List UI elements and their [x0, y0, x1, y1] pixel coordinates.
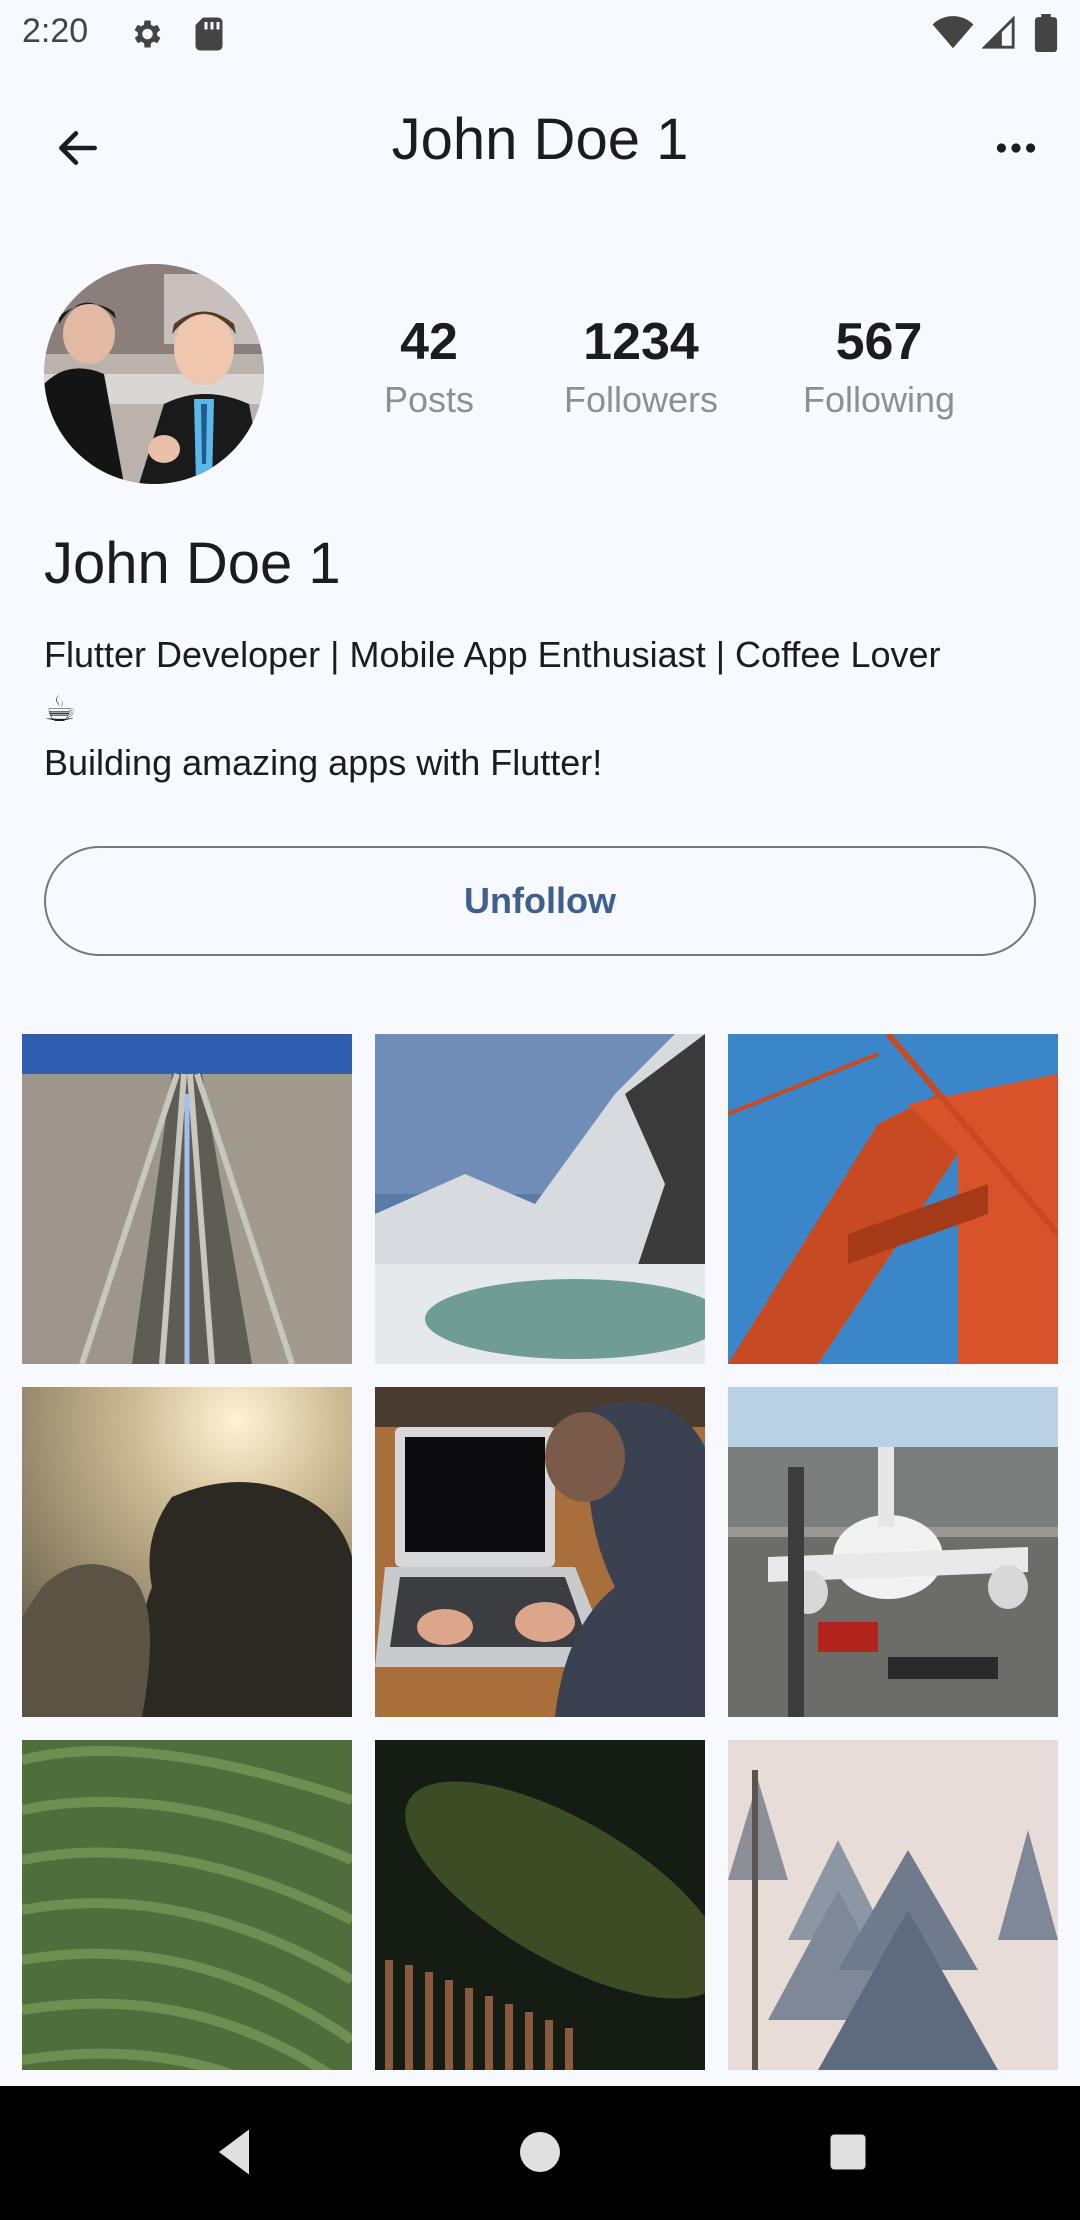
app-bar: John Doe 1 — [0, 80, 1080, 206]
nav-back-icon[interactable] — [204, 2122, 264, 2182]
photo-tile-snowy-trees[interactable] — [728, 1740, 1058, 2070]
bio-line-1: Flutter Developer | Mobile App Enthusias… — [44, 634, 941, 675]
profile-name: John Doe 1 — [44, 531, 341, 596]
nav-recents-icon[interactable] — [818, 2122, 878, 2182]
status-bar: 2:20 — [0, 0, 1080, 66]
more-options-button[interactable] — [978, 110, 1054, 186]
settings-gear-icon — [134, 20, 161, 48]
app-bar-title: John Doe 1 — [391, 107, 689, 172]
posts-count: 42 — [400, 313, 458, 371]
photo-tile-fog-tree[interactable] — [22, 1387, 352, 1717]
posts-label: Posts — [383, 379, 475, 420]
profile-screen: 2:20 John Doe 1 42 Posts 1234 Followers … — [0, 0, 1080, 2220]
wifi-icon — [932, 16, 974, 49]
stat-posts[interactable]: 42 Posts — [354, 310, 504, 426]
stat-following[interactable]: 567 Following — [784, 310, 974, 426]
profile-bio: Flutter Developer | Mobile App Enthusias… — [44, 628, 1044, 790]
photo-tile-night-sky[interactable] — [375, 1740, 705, 2070]
photo-tile-mountains[interactable] — [375, 1034, 705, 1364]
stat-followers[interactable]: 1234 Followers — [546, 310, 736, 426]
status-time: 2:20 — [22, 12, 89, 50]
photo-tile-railway[interactable] — [22, 1034, 352, 1364]
photo-tile-airplane[interactable] — [728, 1387, 1058, 1717]
battery-icon — [1034, 14, 1058, 52]
system-nav-bar — [0, 2086, 1080, 2220]
nav-home-icon[interactable] — [510, 2122, 570, 2182]
photo-tile-laptop[interactable] — [375, 1387, 705, 1717]
following-count: 567 — [835, 313, 923, 371]
followers-label: Followers — [563, 379, 719, 420]
sd-card-icon — [195, 17, 223, 51]
cell-signal-icon — [982, 16, 1015, 49]
photo-tile-field[interactable] — [22, 1740, 352, 2070]
unfollow-button[interactable]: Unfollow — [44, 846, 1036, 956]
unfollow-label: Unfollow — [464, 880, 616, 921]
followers-count: 1234 — [583, 313, 699, 371]
avatar — [44, 264, 264, 484]
following-label: Following — [802, 379, 956, 420]
photo-tile-bridge[interactable] — [728, 1034, 1058, 1364]
bio-line-2: Building amazing apps with Flutter! — [44, 742, 603, 783]
profile-stats: 42 Posts 1234 Followers 567 Following — [354, 310, 994, 440]
coffee-emoji: ☕ — [44, 688, 77, 729]
more-horiz-icon — [996, 143, 1036, 153]
